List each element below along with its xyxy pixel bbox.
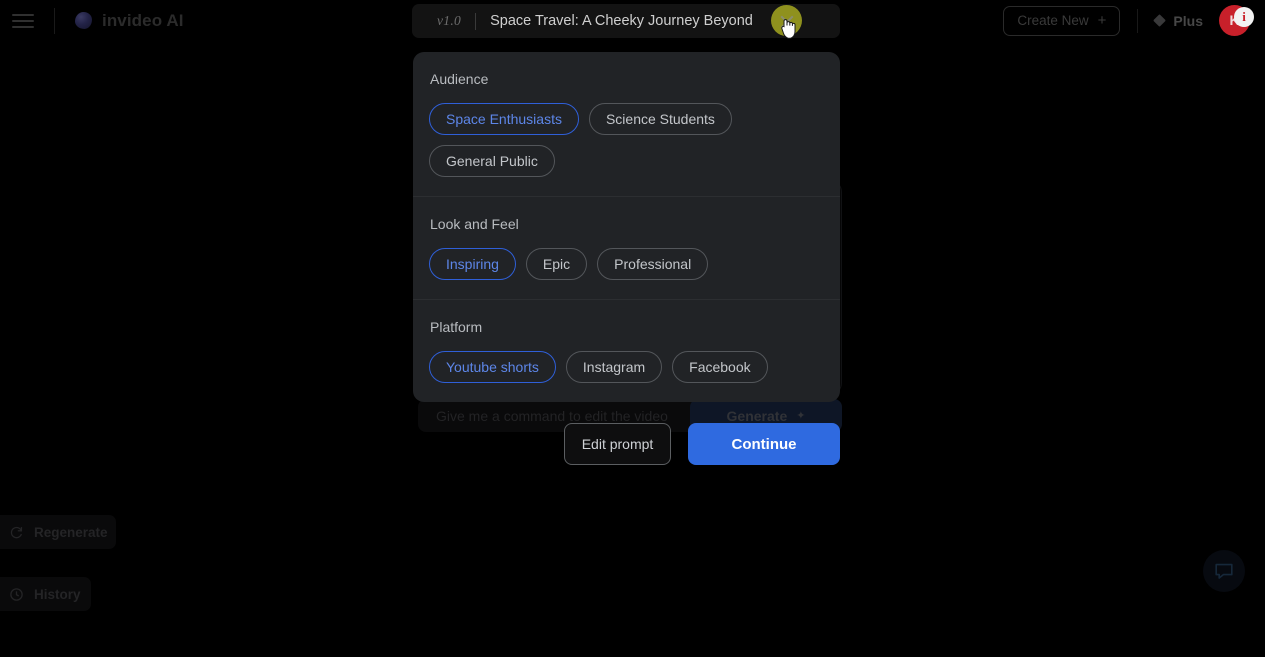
create-new-button[interactable]: Create New + [1003,5,1121,36]
modal-section-audience: Audience Space Enthusiasts Science Stude… [413,52,840,196]
edit-prompt-button[interactable]: Edit prompt [564,423,671,465]
section-title-audience: Audience [430,71,489,87]
regenerate-label: Regenerate [34,524,108,540]
hamburger-line [12,19,34,22]
modal-section-look-and-feel: Look and Feel Inspiring Epic Professiona… [413,196,840,299]
hamburger-line [12,13,34,16]
chat-bubble-icon [1215,563,1233,579]
history-button[interactable]: History [0,577,91,611]
look-option-professional[interactable]: Professional [597,248,709,280]
continue-button[interactable]: Continue [688,423,840,465]
look-and-feel-options: Inspiring Epic Professional [429,248,824,280]
section-title-look-and-feel: Look and Feel [430,216,519,232]
header-divider [1137,8,1139,33]
avatar[interactable]: K i [1219,4,1254,37]
refine-options-modal: Audience Space Enthusiasts Science Stude… [413,52,840,402]
audience-options: Space Enthusiasts Science Students Gener… [429,103,824,177]
header-divider [54,7,55,34]
audience-option-science-students[interactable]: Science Students [588,103,732,135]
regenerate-icon [10,526,23,538]
audience-option-general-public[interactable]: General Public [429,145,555,177]
modal-section-platform: Platform Youtube shorts Instagram Facebo… [413,299,840,402]
header-right-cluster: Create New + Plus K i [1003,0,1265,41]
platform-option-youtube-shorts[interactable]: Youtube shorts [429,351,556,383]
hamburger-line [12,25,34,28]
regenerate-button[interactable]: Regenerate [0,515,116,549]
brand-name: invideo AI [102,10,184,30]
platform-options: Youtube shorts Instagram Facebook [429,351,824,383]
title-separator [475,12,477,30]
clock-icon [10,587,23,601]
top-header-bar: invideo AI v1.0 Space Travel: A Cheeky J… [0,0,1265,41]
history-label: History [34,586,81,602]
look-option-epic[interactable]: Epic [525,248,588,280]
plan-label: Plus [1173,12,1203,29]
generate-label: Generate [726,407,788,424]
chat-support-button[interactable] [1203,550,1245,592]
audience-option-space-enthusiasts[interactable]: Space Enthusiasts [429,103,579,135]
command-input-placeholder: Give me a command to edit the video [436,407,668,424]
section-title-platform: Platform [430,319,483,335]
info-badge-icon: i [1234,6,1254,27]
diamond-icon [1153,14,1167,27]
platform-option-instagram[interactable]: Instagram [565,351,663,383]
hamburger-menu-icon[interactable] [11,12,35,30]
plus-icon: + [1097,12,1107,29]
look-option-inspiring[interactable]: Inspiring [429,248,516,280]
plan-badge[interactable]: Plus [1153,12,1203,29]
platform-option-facebook[interactable]: Facebook [672,351,768,383]
brand-logo-link[interactable]: invideo AI [75,11,184,31]
app-root: invideo AI v1.0 Space Travel: A Cheeky J… [0,0,1265,657]
sparkle-icon: ✦ [796,410,806,422]
project-version: v1.0 [437,13,462,28]
project-title: Space Travel: A Cheeky Journey Beyond [490,13,753,29]
create-new-label: Create New [1017,13,1089,28]
mouse-cursor [781,19,796,39]
invideo-logo-icon [75,12,92,29]
